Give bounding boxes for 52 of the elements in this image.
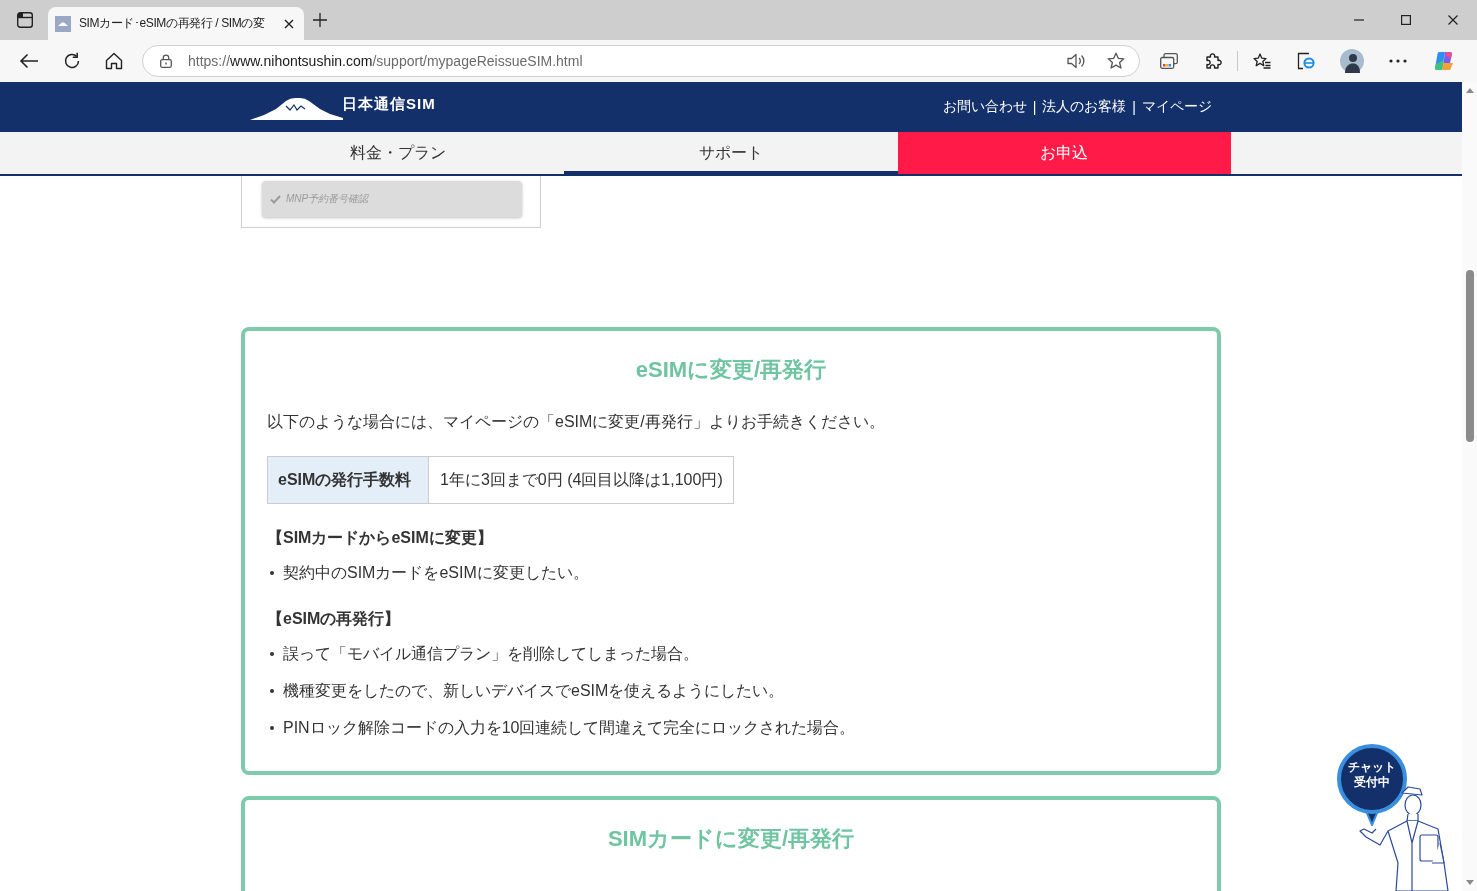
speaker-icon[interactable] [1067,53,1085,69]
fee-value-cell-text: 1年に3回まで0円 (4回目以降は1,100円) [439,469,724,490]
scroll-up-icon[interactable] [1465,88,1474,93]
close-window-icon[interactable] [1448,15,1458,25]
card-title: SIMカードに変更/再発行 [606,825,856,853]
section-heading: 【eSIMの再発行】 [267,609,402,629]
nav-tab[interactable]: サポート [564,132,898,174]
browser-tab[interactable]: SIMカード･eSIMの再発行 / SIMの変 [48,7,304,40]
tab-title: SIMカード･eSIMの再発行 / SIMの変 [79,15,265,32]
bullet-text: 契約中のSIMカードをeSIMに変更したい。 [283,563,589,583]
url-text: https://www.nihontsushin.com/support/mypageReissueSIM.html [188,53,584,69]
nav-tab[interactable]: 料金・プラン [231,132,565,174]
scroll-down-icon[interactable] [1465,880,1474,885]
back-icon[interactable] [19,53,39,69]
bullet-icon [270,652,274,656]
favicon-icon [55,15,71,32]
maximize-icon[interactable] [1401,15,1411,25]
favorites-icon[interactable] [1253,53,1271,69]
collections-icon[interactable] [1160,53,1178,69]
header-link[interactable]: 法人のお客様 [1042,98,1127,116]
card-title: eSIMに変更/再発行 [634,356,828,384]
favorite-star-icon[interactable] [1107,52,1125,70]
scrollbar-thumb[interactable] [1465,270,1474,442]
apply-tab[interactable]: お申込 [897,132,1231,174]
close-icon[interactable] [284,18,294,29]
bullet-icon [270,571,274,575]
fee-label-cell: eSIMの発行手数料 [268,457,429,503]
bullet-text: PINロック解除コードの入力を10回連続して間違えて完全にロックされた場合。 [283,718,856,738]
bullet-icon [270,689,274,693]
scrollbar[interactable] [1462,82,1477,891]
sidebar-icon[interactable] [17,12,33,28]
assistant-icon[interactable] [1434,51,1454,71]
bullet-icon [270,726,274,730]
check-icon [270,194,281,204]
more-icon[interactable] [1389,59,1407,63]
lock-icon [160,54,172,68]
section-heading: 【SIMカードからeSIMに変更】 [267,528,494,548]
extensions-icon[interactable] [1204,52,1222,70]
header-link[interactable]: お問い合わせ [942,98,1027,116]
address-bar[interactable]: https://www.nihontsushin.com/support/mypageReissueSIM.html [142,45,1140,77]
intro-text: 以下のような場合には、マイページの「eSIMに変更/再発行」よりお手続きください。 [267,412,886,432]
bullet-text: 機種変更をしたので、新しいデバイスでeSIMを使えるようにしたい。 [283,681,785,701]
reload-icon[interactable] [63,52,81,70]
link-separator: | [1032,99,1037,115]
home-icon[interactable] [105,52,123,70]
link-separator: | [1132,99,1136,115]
bullet-text: 誤って「モバイル通信プラン」を削除してしまった場合。 [283,644,699,664]
profile-avatar[interactable] [1340,49,1364,73]
page-icon[interactable] [1297,52,1315,70]
new-tab-icon[interactable] [313,13,327,27]
logo-text[interactable]: 日本通信SIM [342,94,436,114]
header-link[interactable]: マイページ [1142,98,1212,116]
